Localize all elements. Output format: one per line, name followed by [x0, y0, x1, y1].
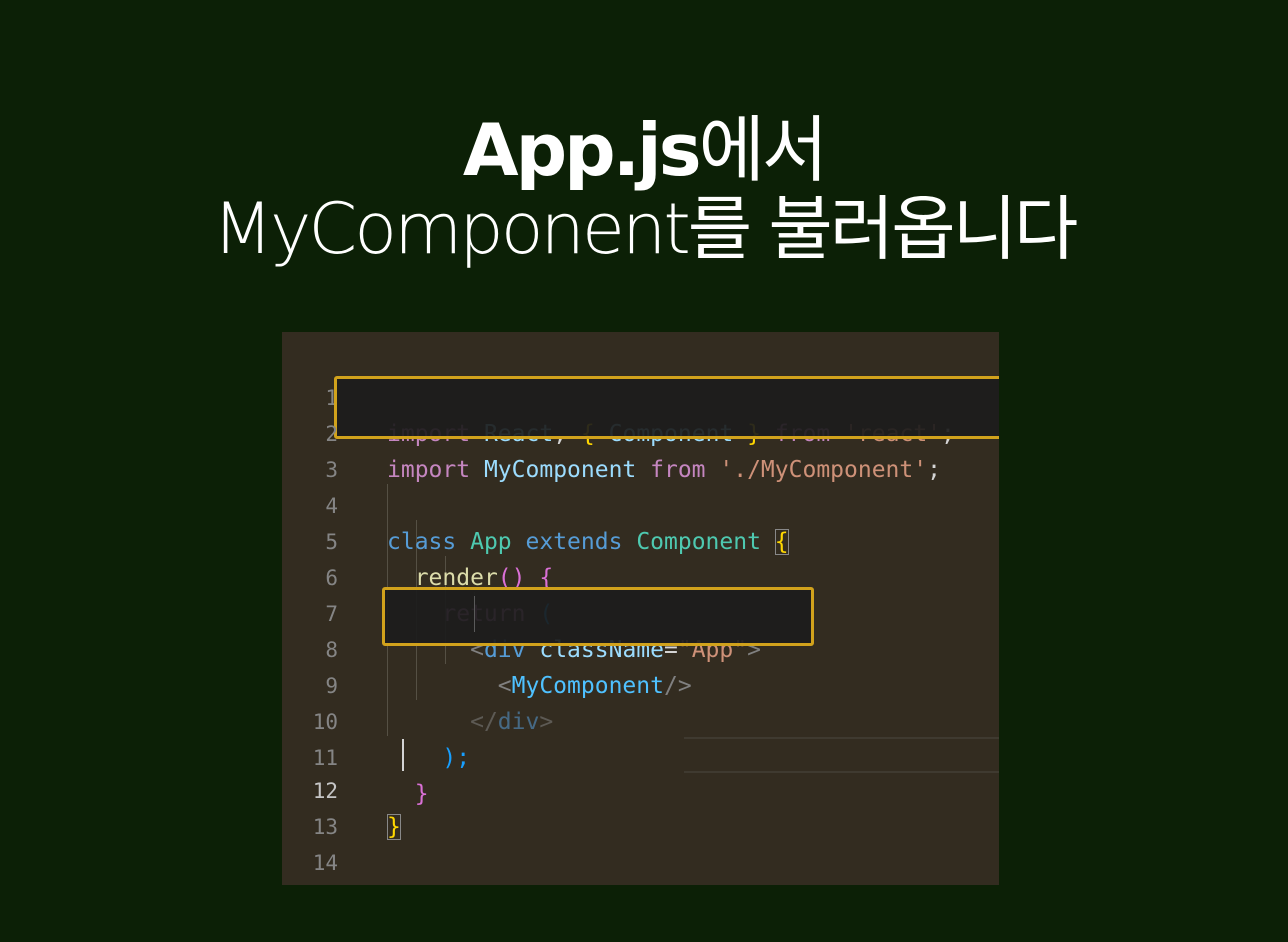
code-text: import MyComponent from './MyComponent';: [387, 457, 941, 483]
line-number: 8: [325, 638, 338, 662]
code-line-15[interactable]: 15: [282, 845, 999, 881]
code-text: <MyComponent/>: [497, 673, 692, 699]
title-line-1: App.js에서: [0, 110, 1288, 190]
code-line-14[interactable]: 14 export default App;: [282, 809, 999, 875]
line-number: 15: [282, 881, 338, 885]
code-text: export default App;: [387, 881, 650, 885]
line-number: 2: [325, 422, 338, 446]
code-editor[interactable]: 1 import React, { Component } from 'reac…: [282, 332, 999, 885]
title-suffix: 에서: [698, 108, 828, 192]
code-line-8[interactable]: 8 <MyComponent/>: [282, 596, 999, 699]
code-line-2[interactable]: 2 import MyComponent from './MyComponent…: [282, 380, 999, 483]
code-line-1[interactable]: 1 import React, { Component } from 'reac…: [282, 344, 999, 447]
title-filename: App.js: [462, 108, 702, 192]
text-cursor: [402, 739, 404, 771]
code-line-5[interactable]: 5 render() {: [282, 488, 999, 591]
slide-title: App.js에서 MyComponent를 불러옵니다: [0, 110, 1288, 268]
code-line-11[interactable]: 11 }: [282, 704, 999, 807]
code-line-12[interactable]: 12 }: [282, 737, 999, 840]
code-line-6[interactable]: 6 return (: [282, 524, 999, 627]
title-line-2: MyComponent를 불러옵니다: [212, 188, 1079, 270]
code-line-13[interactable]: 13: [282, 773, 999, 839]
